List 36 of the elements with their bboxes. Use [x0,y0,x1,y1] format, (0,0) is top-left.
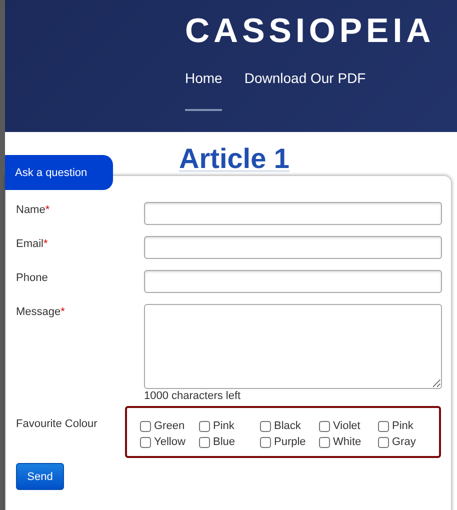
text-field[interactable] [144,270,442,293]
checkbox[interactable] [260,420,271,432]
checkbox-label: Gray [392,436,416,448]
nav-link[interactable]: Download Our PDF [244,70,366,111]
character-counter: 1000 characters left [144,390,242,402]
checkbox-label: White [333,436,362,448]
checkbox-label: Pink [213,420,234,432]
checkbox[interactable] [199,420,210,432]
checkbox-label: Pink [392,420,414,432]
checkbox[interactable] [319,420,330,432]
checkbox-label: Violet [333,420,360,432]
checkbox[interactable] [260,436,271,448]
article-title[interactable]: Article 1 [179,142,290,176]
checkbox-label: Green [154,420,185,432]
checkbox[interactable] [140,420,151,432]
checkbox[interactable] [378,436,389,448]
text-field[interactable] [144,236,442,259]
checkbox[interactable] [378,420,389,432]
checkbox[interactable] [199,436,210,448]
field-label: Email* [16,237,49,252]
site-logo: CASSIOPEIA [185,12,436,50]
checkbox-label: Blue [213,436,236,448]
field-label: Name* [16,203,51,218]
field-label: Favourite Colour [16,417,98,432]
checkbox-label: Black [274,420,301,432]
send-button[interactable]: Send [16,463,64,490]
field-label: Phone [16,271,49,286]
checkbox-label: Purple [274,436,306,448]
message-field[interactable] [144,304,442,389]
checkbox[interactable] [319,436,330,448]
checkbox-label: Yellow [154,436,186,448]
nav-link[interactable]: Home [185,70,222,111]
checkbox[interactable] [140,436,151,448]
field-label: Message* [16,305,66,320]
ask-question-tab[interactable]: Ask a question [5,155,113,190]
text-field[interactable] [144,202,442,225]
